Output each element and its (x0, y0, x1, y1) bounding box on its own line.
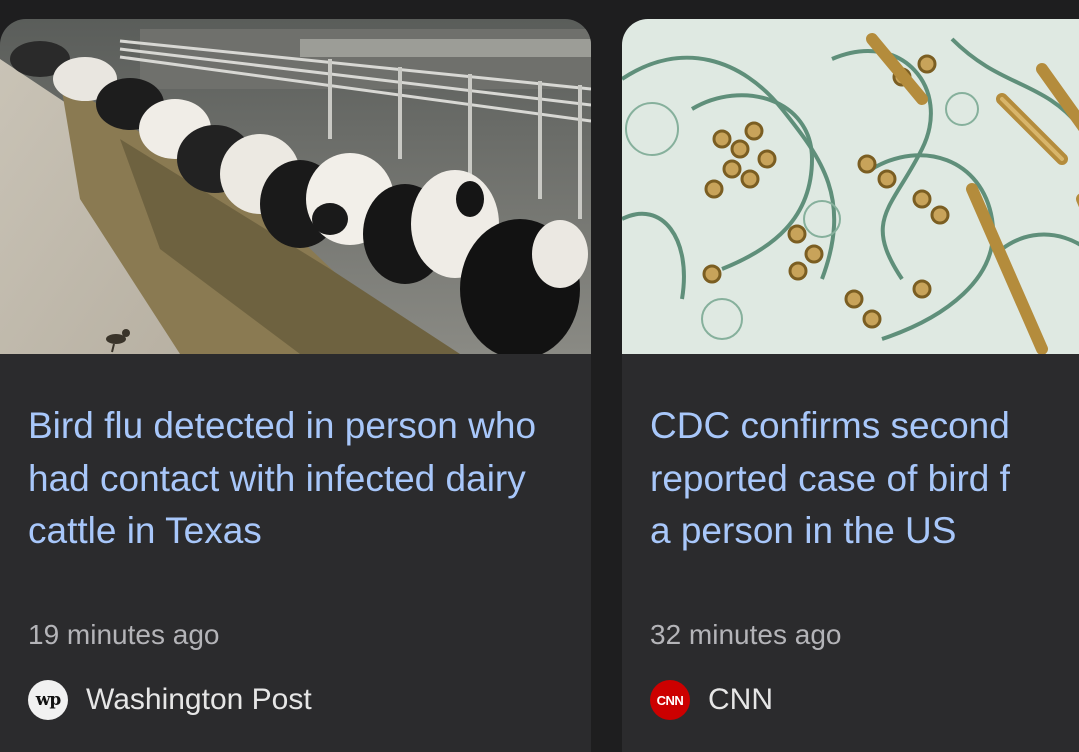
article-source: CNN CNN (650, 680, 773, 720)
article-thumbnail-virus-micrograph[interactable] (622, 19, 1079, 354)
cnn-logo-text: CNN (656, 692, 684, 708)
washington-post-logo-icon: wp (28, 680, 68, 720)
article-headline[interactable]: CDC confirms second reported case of bir… (650, 400, 1079, 558)
article-headline[interactable]: Bird flu detected in person who had cont… (28, 400, 568, 558)
article-timestamp: 32 minutes ago (650, 619, 842, 650)
news-carousel[interactable]: Bird flu detected in person who had cont… (0, 0, 1079, 752)
source-name: Washington Post (86, 683, 312, 716)
news-card-washington-post[interactable]: Bird flu detected in person who had cont… (0, 19, 591, 752)
article-timestamp: 19 minutes ago (28, 619, 220, 650)
source-name: CNN (708, 683, 773, 716)
news-card-cnn[interactable]: CDC confirms second reported case of bir… (622, 19, 1079, 752)
article-source: wp Washington Post (28, 680, 312, 720)
headline-line: reported case of bird f (650, 457, 1010, 499)
headline-line: a person in the US (650, 510, 957, 551)
headline-line: CDC confirms second (650, 405, 1010, 446)
washington-post-logo-text: wp (35, 690, 62, 710)
cnn-logo-icon: CNN (650, 680, 690, 720)
article-thumbnail-cows[interactable] (0, 19, 591, 354)
